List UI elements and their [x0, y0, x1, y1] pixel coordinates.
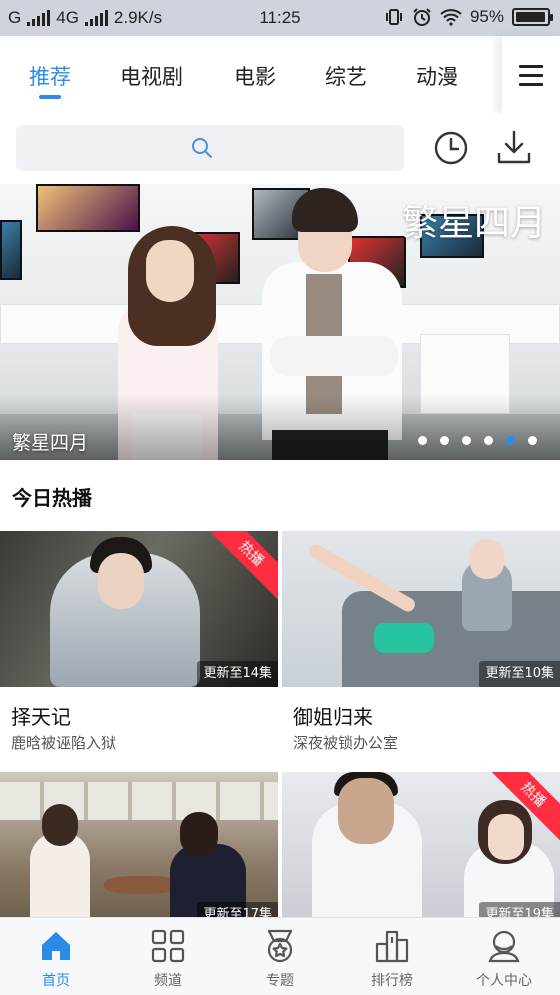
app-root: G 4G 2.9K/s 11:25 95% 推荐 电视剧 电影 综艺 动漫 繁星…	[0, 0, 560, 995]
card-subtitle: 鹿晗被诬陷入狱	[11, 734, 117, 752]
menu-icon[interactable]	[502, 36, 560, 114]
nav-profile[interactable]: 个人中心	[448, 918, 560, 995]
vibrate-icon	[385, 9, 402, 25]
card-subtitle: 深夜被锁办公室	[293, 734, 399, 752]
banner-scene-tv	[36, 184, 140, 232]
battery-icon	[512, 8, 553, 26]
nav-topics[interactable]: 专题	[224, 918, 336, 995]
nav-label: 首页	[42, 973, 70, 989]
tab-movies[interactable]: 电影	[234, 61, 276, 91]
nav-label: 专题	[266, 973, 294, 989]
active-tab-indicator	[39, 95, 61, 99]
tab-recommend[interactable]: 推荐	[29, 61, 71, 91]
carousel-dot[interactable]	[418, 436, 427, 445]
video-card[interactable]: 更新至17集	[0, 772, 278, 928]
video-card[interactable]: 热播 更新至19集	[282, 772, 560, 928]
history-icon[interactable]	[432, 129, 470, 167]
status-bar: G 4G 2.9K/s 11:25 95%	[0, 0, 560, 36]
category-tabs: 推荐 电视剧 电影 综艺 动漫	[0, 36, 560, 114]
card-thumbnail[interactable]: 热播 更新至14集	[0, 531, 278, 687]
episode-count: 更新至14集	[197, 661, 278, 687]
carousel-dot[interactable]	[506, 436, 515, 445]
search-input[interactable]	[16, 125, 404, 171]
battery-level	[516, 12, 545, 22]
card-title[interactable]: 择天记	[11, 701, 71, 730]
download-icon[interactable]	[494, 127, 534, 167]
tab-variety[interactable]: 综艺	[325, 61, 367, 91]
video-card[interactable]: 更新至10集 御姐归来 深夜被锁办公室	[282, 531, 560, 752]
home-icon	[42, 932, 70, 960]
nav-label: 排行榜	[371, 973, 413, 989]
tab-anime[interactable]: 动漫	[416, 61, 458, 91]
banner-scene-tv	[0, 220, 22, 280]
carousel-indicator	[418, 436, 537, 445]
tab-tv-series[interactable]: 电视剧	[120, 61, 183, 91]
card-thumbnail[interactable]: 更新至10集	[282, 531, 560, 687]
card-thumbnail[interactable]: 热播 更新至19集	[282, 772, 560, 928]
medal-icon	[267, 929, 293, 963]
nav-home[interactable]: 首页	[0, 918, 112, 995]
banner-carousel[interactable]: 繁星四月 繁星四月	[0, 184, 560, 460]
episode-count: 更新至10集	[479, 661, 560, 687]
carousel-dot[interactable]	[484, 436, 493, 445]
carousel-dot[interactable]	[440, 436, 449, 445]
alarm-icon	[413, 8, 431, 26]
banner-logo-title: 繁星四月	[401, 203, 546, 244]
section-title: 今日热播	[12, 486, 92, 510]
banner-scene-figure	[146, 240, 194, 302]
card-thumbnail[interactable]: 更新至17集	[0, 772, 278, 928]
nav-label: 频道	[154, 973, 182, 989]
banner-scene-figure	[270, 336, 398, 376]
search-box[interactable]	[16, 125, 404, 171]
battery-percent: 95%	[469, 7, 504, 26]
nav-channels[interactable]: 频道	[112, 918, 224, 995]
banner-caption: 繁星四月	[12, 432, 89, 454]
bottom-nav: 首页 频道 专题 排行榜 个人中心	[0, 917, 560, 995]
ranking-icon	[375, 930, 409, 963]
nav-label: 个人中心	[476, 973, 532, 989]
search-row	[0, 114, 560, 184]
card-title[interactable]: 御姐归来	[293, 701, 373, 730]
profile-icon	[488, 930, 520, 963]
nav-ranking[interactable]: 排行榜	[336, 918, 448, 995]
grid-icon	[151, 929, 185, 963]
tab-scroll-fade	[470, 36, 500, 114]
carousel-dot[interactable]	[528, 436, 537, 445]
carousel-dot[interactable]	[462, 436, 471, 445]
video-card[interactable]: 热播 更新至14集 择天记 鹿晗被诬陷入狱	[0, 531, 278, 752]
wifi-icon	[440, 9, 462, 26]
status-right: 95%	[384, 7, 553, 27]
